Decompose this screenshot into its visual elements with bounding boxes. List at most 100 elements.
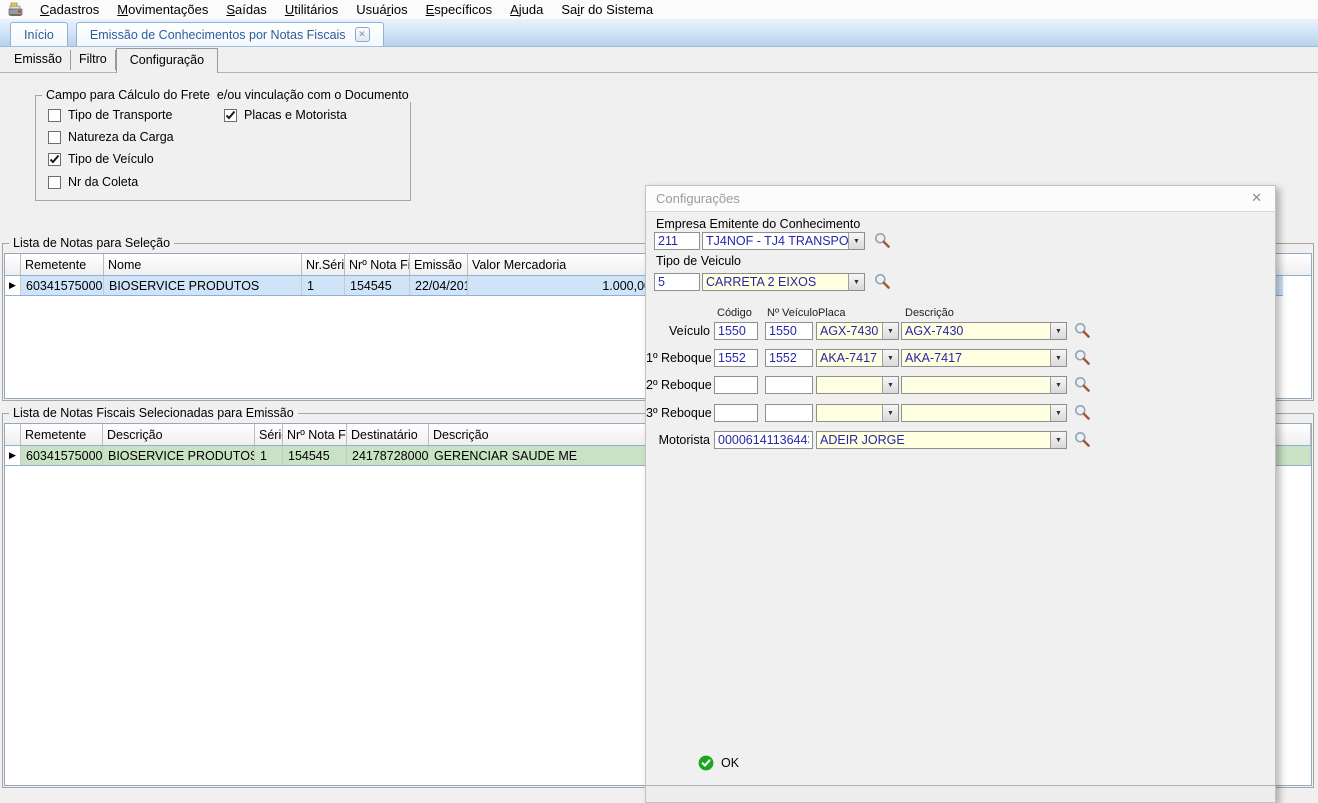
tipo-veiculo-code-input[interactable] [654, 273, 700, 291]
1-reboque-placa-combobox[interactable]: AKA-7417▼ [816, 349, 899, 367]
tab-inicio[interactable]: Início [10, 22, 68, 46]
empresa-combobox[interactable]: TJ4NOF - TJ4 TRANSPORTES LTDA E ▼ [702, 232, 865, 250]
motorista-code-input[interactable] [714, 431, 813, 449]
veiculo-codigo-input[interactable] [714, 322, 758, 340]
2-reboque-search-icon[interactable] [1074, 376, 1091, 393]
column-header-valor-mercadoria[interactable]: Valor Mercadoria [468, 254, 657, 275]
tipo-veiculo-label: Tipo de Veiculo [656, 254, 741, 268]
ok-check-icon [698, 755, 714, 771]
checkbox-tipo-de-veiculo[interactable]: Tipo de Veículo [48, 152, 154, 166]
column-header-remetente[interactable]: Remetente [21, 254, 104, 275]
empresa-combobox-value: TJ4NOF - TJ4 TRANSPORTES LTDA E [703, 233, 848, 249]
1-reboque-label: 1º Reboque [646, 351, 710, 365]
veiculo-descricao-combobox[interactable]: AGX-7430▼ [901, 322, 1067, 340]
checkbox-tipo-de-transporte[interactable]: Tipo de Transporte [48, 108, 172, 122]
row-marker-cell: ▶ [5, 276, 21, 295]
3-reboque-search-icon[interactable] [1074, 404, 1091, 421]
menu-item-sair-do-sistema[interactable]: Sair do Sistema [552, 0, 662, 19]
chevron-down-icon[interactable]: ▼ [882, 323, 898, 339]
column-header-descricao[interactable]: Descrição [103, 424, 255, 445]
checkbox-natureza-da-carga[interactable]: Natureza da Carga [48, 130, 174, 144]
checkbox-label: Natureza da Carga [68, 130, 174, 144]
column-header-nr-nota-fiscal[interactable]: Nrº Nota Fiscal [283, 424, 347, 445]
1-reboque-nr-veiculo-input[interactable] [765, 349, 813, 367]
cell-valor-mercadoria: 1.000,00 [468, 276, 657, 295]
tab-label: Início [24, 28, 54, 42]
empresa-search-icon[interactable] [874, 232, 891, 249]
2-reboque-nr-veiculo-input[interactable] [765, 376, 813, 394]
freight-groupbox-legend: Campo para Cálculo do Frete e/ou vincula… [42, 88, 413, 102]
cell-nr-nota-fiscal: 154545 [283, 446, 347, 465]
checkbox-box [48, 153, 61, 166]
menu-item-usuarios[interactable]: Usuários [347, 0, 416, 19]
tipo-veiculo-combobox-value: CARRETA 2 EIXOS [703, 274, 848, 290]
row-marker-icon: ▶ [9, 281, 16, 290]
3-reboque-descricao-combobox[interactable]: ▼ [901, 404, 1067, 422]
1-reboque-codigo-input[interactable] [714, 349, 758, 367]
motorista-combobox[interactable]: ADEIR JORGE▼ [816, 431, 1067, 449]
veiculo-descricao-value: AGX-7430 [902, 323, 1050, 339]
menu-item-ajuda[interactable]: Ajuda [501, 0, 552, 19]
subtab-configuracao[interactable]: Configuração [116, 48, 218, 73]
tipo-veiculo-search-icon[interactable] [874, 273, 891, 290]
checkbox-box [48, 131, 61, 144]
cell-remetente: 60341575000108 [21, 446, 103, 465]
dialog-close-icon[interactable]: ✕ [1251, 190, 1262, 206]
column-header-destinatario[interactable]: Destinatário [347, 424, 429, 445]
2-reboque-descricao-combobox[interactable]: ▼ [901, 376, 1067, 394]
1-reboque-descricao-combobox[interactable]: AKA-7417▼ [901, 349, 1067, 367]
column-header-selector[interactable] [5, 254, 21, 275]
subtab-filtro[interactable]: Filtro [71, 50, 116, 70]
column-header-emissao[interactable]: Emissão [410, 254, 468, 275]
veiculo-label: Veículo [646, 324, 710, 338]
2-reboque-codigo-input[interactable] [714, 376, 758, 394]
checkbox-nr-da-coleta[interactable]: Nr da Coleta [48, 175, 138, 189]
chevron-down-icon[interactable]: ▼ [1050, 350, 1066, 366]
column-header-nr-serie[interactable]: Nr.Série [302, 254, 345, 275]
freight-groupbox: Campo para Cálculo do Frete e/ou vincula… [35, 95, 411, 201]
column-header-remetente[interactable]: Remetente [21, 424, 103, 445]
grid-header-placa: Placa [818, 307, 846, 319]
3-reboque-descricao-value [902, 405, 1050, 421]
ok-button-label: OK [721, 756, 739, 770]
menu-item-movimentacoes[interactable]: Movimentações [108, 0, 217, 19]
column-header-selector[interactable] [5, 424, 21, 445]
chevron-down-icon[interactable]: ▼ [882, 405, 898, 421]
subtab-emissao[interactable]: Emissão [6, 50, 71, 70]
tipo-veiculo-combobox[interactable]: CARRETA 2 EIXOS ▼ [702, 273, 865, 291]
3-reboque-nr-veiculo-input[interactable] [765, 404, 813, 422]
veiculo-search-icon[interactable] [1074, 322, 1091, 339]
2-reboque-placa-combobox[interactable]: ▼ [816, 376, 899, 394]
column-header-nome[interactable]: Nome [104, 254, 302, 275]
chevron-down-icon[interactable]: ▼ [1050, 323, 1066, 339]
dialog-footer-panel [646, 785, 1275, 802]
document-tabstrip: Início Emissão de Conhecimentos por Notas… [0, 19, 1318, 47]
ok-button[interactable]: OK [698, 755, 739, 771]
checkbox-box [48, 109, 61, 122]
column-header-serie[interactable]: Série [255, 424, 283, 445]
veiculo-placa-value: AGX-7430 [817, 323, 882, 339]
empresa-label: Empresa Emitente do Conhecimento [656, 217, 860, 231]
menu-item-especificos[interactable]: Específicos [417, 0, 501, 19]
3-reboque-codigo-input[interactable] [714, 404, 758, 422]
checkbox-placas-e-motorista[interactable]: Placas e Motorista [224, 108, 347, 122]
chevron-down-icon[interactable]: ▼ [1050, 377, 1066, 393]
menu-item-saidas[interactable]: Saídas [217, 0, 275, 19]
3-reboque-placa-combobox[interactable]: ▼ [816, 404, 899, 422]
tab-close-icon[interactable]: ✕ [355, 27, 370, 42]
chevron-down-icon[interactable]: ▼ [1050, 432, 1066, 448]
chevron-down-icon[interactable]: ▼ [848, 233, 864, 249]
1-reboque-search-icon[interactable] [1074, 349, 1091, 366]
veiculo-nr-veiculo-input[interactable] [765, 322, 813, 340]
tab-emissao-de-conhecimentos-por-notas-fiscais[interactable]: Emissão de Conhecimentos por Notas Fisca… [76, 22, 384, 46]
menu-item-utilitarios[interactable]: Utilitários [276, 0, 347, 19]
chevron-down-icon[interactable]: ▼ [882, 377, 898, 393]
chevron-down-icon[interactable]: ▼ [1050, 405, 1066, 421]
motorista-search-icon[interactable] [1074, 431, 1091, 448]
chevron-down-icon[interactable]: ▼ [882, 350, 898, 366]
chevron-down-icon[interactable]: ▼ [848, 274, 864, 290]
column-header-nr-nota-fiscal[interactable]: Nrº Nota Fiscal [345, 254, 410, 275]
menu-item-cadastros[interactable]: Cadastros [31, 0, 108, 19]
veiculo-placa-combobox[interactable]: AGX-7430▼ [816, 322, 899, 340]
empresa-code-input[interactable] [654, 232, 700, 250]
